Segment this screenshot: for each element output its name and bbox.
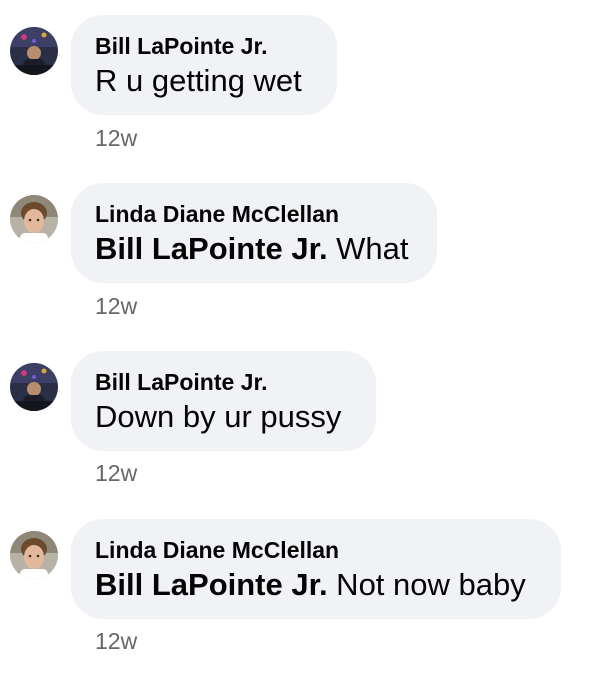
- linda-avatar-icon: [10, 531, 58, 579]
- comment-bubble: Bill LaPointe Jr. R u getting wet: [71, 15, 337, 115]
- comment-body: What: [327, 231, 409, 266]
- comment-timestamp[interactable]: 12w: [95, 460, 137, 486]
- comment-author-link[interactable]: Bill LaPointe Jr.: [95, 368, 352, 396]
- comment-timestamp[interactable]: 12w: [95, 628, 137, 654]
- comment-author-link[interactable]: Bill LaPointe Jr.: [95, 32, 313, 60]
- comment-timestamp[interactable]: 12w: [95, 293, 137, 319]
- comment-body: Down by ur pussy: [95, 399, 342, 434]
- comment-timestamp[interactable]: 12w: [95, 125, 137, 151]
- linda-avatar-icon: [10, 195, 58, 243]
- comment-text: Down by ur pussy: [95, 399, 352, 435]
- avatar[interactable]: [10, 363, 58, 411]
- comment-body: Not now baby: [327, 567, 526, 602]
- bill-avatar-icon: [10, 27, 58, 75]
- avatar[interactable]: [10, 27, 58, 75]
- comment-text: R u getting wet: [95, 63, 313, 99]
- comment-author-link[interactable]: Linda Diane McClellan: [95, 536, 537, 564]
- comment-text: Bill LaPointe Jr. Not now baby: [95, 567, 537, 603]
- mention-link[interactable]: Bill LaPointe Jr.: [95, 567, 328, 602]
- avatar[interactable]: [10, 531, 58, 579]
- comment-author-link[interactable]: Linda Diane McClellan: [95, 200, 413, 228]
- comment-bubble: Linda Diane McClellan Bill LaPointe Jr. …: [71, 519, 561, 619]
- bill-avatar-icon: [10, 363, 58, 411]
- comment-bubble: Bill LaPointe Jr. Down by ur pussy: [71, 351, 376, 451]
- avatar[interactable]: [10, 195, 58, 243]
- comment-body: R u getting wet: [95, 63, 302, 98]
- comment-bubble: Linda Diane McClellan Bill LaPointe Jr. …: [71, 183, 437, 283]
- comment-text: Bill LaPointe Jr. What: [95, 231, 413, 267]
- mention-link[interactable]: Bill LaPointe Jr.: [95, 231, 328, 266]
